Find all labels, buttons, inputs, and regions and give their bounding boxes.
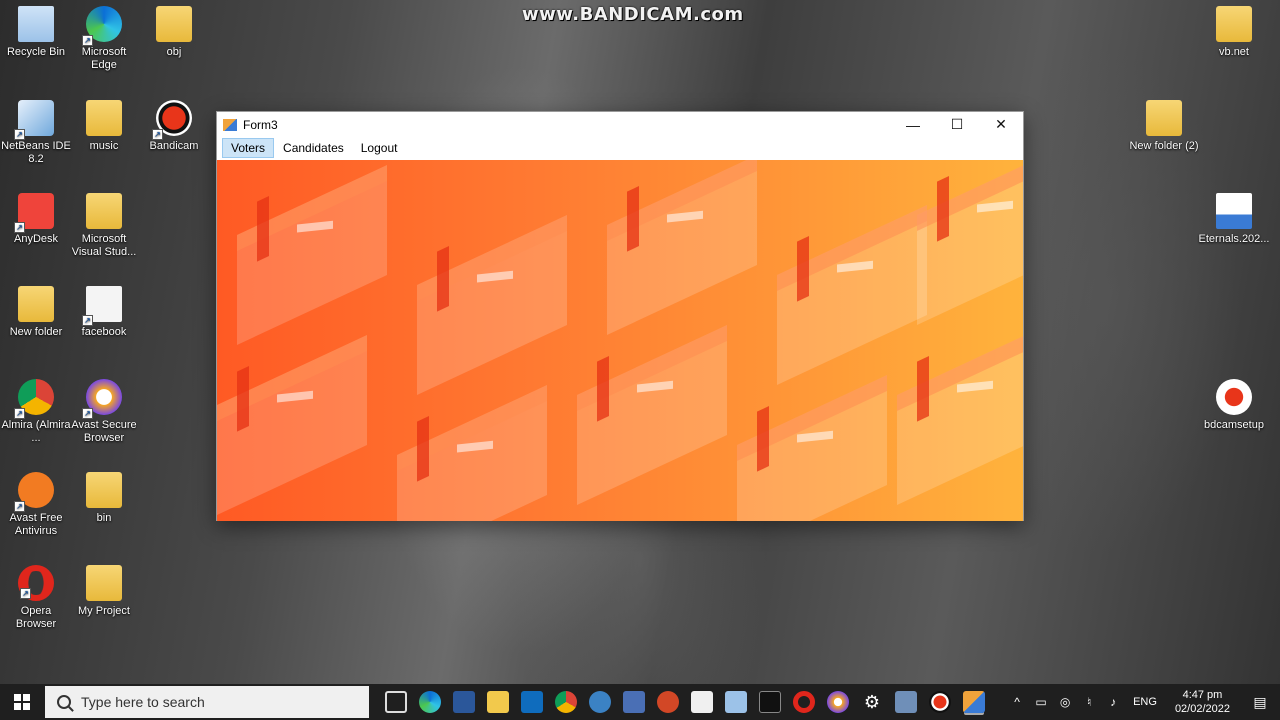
link-app-icon[interactable] (623, 691, 645, 713)
desktop-icon-obj[interactable]: obj (138, 6, 210, 59)
anydesk-icon: ↗ (14, 193, 54, 233)
app-form-icon[interactable] (963, 691, 985, 713)
desktop-icon-almira[interactable]: ↗ Almira (Almira ... (0, 379, 72, 445)
video-file-icon (1216, 193, 1252, 229)
java-icon[interactable] (691, 691, 713, 713)
desktop-icon-vbnet[interactable]: vb.net (1198, 6, 1270, 59)
menu-voters[interactable]: Voters (222, 138, 275, 158)
desktop-icon-recycle-bin[interactable]: Recycle Bin (0, 6, 72, 59)
windows-logo-icon (14, 694, 30, 710)
folder-icon (18, 286, 54, 322)
taskbar: Type here to search ⚙ ^ ▭ ◎ ♮ ♪ ENG 4:47… (0, 684, 1280, 720)
network-tool-icon[interactable] (895, 691, 917, 713)
chrome-icon[interactable] (555, 691, 577, 713)
app-form-icon (223, 118, 237, 131)
folder-icon (86, 565, 122, 601)
avast-browser-icon[interactable] (827, 691, 849, 713)
system-tray: ^ ▭ ◎ ♮ ♪ ENG 4:47 pm 02/02/2022 ▤ (1005, 684, 1280, 720)
microphone-icon[interactable]: ♮ (1082, 695, 1096, 709)
start-button[interactable] (0, 684, 44, 720)
maximize-button[interactable]: ☐ (935, 112, 979, 137)
desktop-icon-music[interactable]: music (68, 100, 140, 153)
minimize-button[interactable]: — (891, 112, 935, 137)
netbeans-icon: ↗ (14, 100, 54, 140)
desktop-icon-visual-studio[interactable]: Microsoft Visual Stud... (68, 193, 140, 259)
clock[interactable]: 4:47 pm 02/02/2022 (1175, 688, 1230, 716)
desktop-icon-anydesk[interactable]: ↗ AnyDesk (0, 193, 72, 246)
globe-icon[interactable]: ◎ (1058, 695, 1072, 709)
network-app-icon[interactable] (589, 691, 611, 713)
chevron-up-icon[interactable]: ^ (1010, 695, 1024, 709)
clock-date: 02/02/2022 (1174, 703, 1230, 715)
menu-candidates[interactable]: Candidates (275, 139, 352, 157)
desktop-icon-avast-antivirus[interactable]: ↗ Avast Free Antivirus (0, 472, 72, 538)
word-icon[interactable] (453, 691, 475, 713)
powerpoint-icon[interactable] (657, 691, 679, 713)
desktop-icon-bin[interactable]: bin (68, 472, 140, 525)
file-icon: ↗ (82, 286, 122, 326)
record-icon[interactable] (929, 691, 951, 713)
cube-app-icon[interactable] (725, 691, 747, 713)
folder-icon (86, 100, 122, 136)
language-indicator[interactable]: ENG (1133, 696, 1157, 708)
desktop-icon-new-folder[interactable]: New folder (0, 286, 72, 339)
clock-time: 4:47 pm (1182, 689, 1223, 701)
opera-icon[interactable] (793, 691, 815, 713)
opera-icon: ↗ (18, 565, 54, 601)
desktop-icon-new-folder-2[interactable]: New folder (2) (1128, 100, 1200, 153)
folder-icon (156, 6, 192, 42)
mail-icon[interactable] (521, 691, 543, 713)
bandicam-icon: ↗ (152, 100, 192, 140)
folder-icon (1216, 6, 1252, 42)
notification-icon[interactable]: ▤ (1240, 694, 1280, 711)
pinned-apps: ⚙ (379, 691, 991, 713)
terminal-icon[interactable] (759, 691, 781, 713)
file-explorer-icon[interactable] (487, 691, 509, 713)
ballot-box-background-image (217, 160, 1023, 521)
desktop-icon-netbeans[interactable]: ↗ NetBeans IDE 8.2 (0, 100, 72, 166)
form3-window: Form3 — ☐ ✕ Voters Candidates Logout (216, 111, 1024, 521)
window-title: Form3 (243, 117, 278, 132)
menu-logout[interactable]: Logout (353, 139, 406, 157)
search-icon (57, 695, 71, 709)
settings-icon[interactable]: ⚙ (861, 691, 883, 713)
installer-icon (1216, 379, 1252, 415)
edge-icon[interactable] (419, 691, 441, 713)
folder-icon (86, 472, 122, 508)
desktop-icon-facebook[interactable]: ↗ facebook (68, 286, 140, 339)
chrome-profile-icon: ↗ (14, 379, 54, 419)
desktop-icon-opera[interactable]: ↗ Opera Browser (0, 565, 72, 631)
edge-icon: ↗ (82, 6, 122, 46)
taskbar-search-box[interactable]: Type here to search (45, 686, 369, 718)
menu-bar: Voters Candidates Logout (217, 137, 1023, 159)
bandicam-watermark: www.BANDICAM.com (522, 4, 744, 25)
task-view-icon[interactable] (385, 691, 407, 713)
desktop-icon-avast-browser[interactable]: ↗ Avast Secure Browser (68, 379, 140, 445)
window-titlebar[interactable]: Form3 — ☐ ✕ (217, 112, 1023, 137)
avast-icon: ↗ (14, 472, 54, 512)
desktop-icon-edge[interactable]: ↗ Microsoft Edge (68, 6, 140, 72)
close-button[interactable]: ✕ (979, 112, 1023, 137)
visual-studio-folder-icon (86, 193, 122, 229)
volume-icon[interactable]: ♪ (1106, 695, 1120, 709)
desktop-icon-eternals[interactable]: Eternals.202... (1198, 193, 1270, 246)
recycle-bin-icon (18, 6, 54, 42)
desktop-icon-bdcamsetup[interactable]: bdcamsetup (1198, 379, 1270, 432)
search-placeholder: Type here to search (81, 694, 205, 710)
battery-icon[interactable]: ▭ (1034, 695, 1048, 709)
folder-icon (1146, 100, 1182, 136)
desktop-icon-my-project[interactable]: My Project (68, 565, 140, 618)
desktop-icon-bandicam[interactable]: ↗ Bandicam (138, 100, 210, 153)
avast-browser-icon: ↗ (82, 379, 122, 419)
